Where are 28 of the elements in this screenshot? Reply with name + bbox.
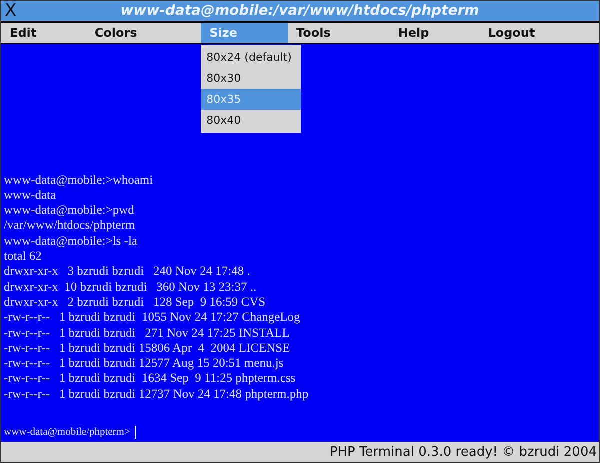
terminal-line: -rw-r--r-- 1 bzrudi bzrudi 12577 Aug 15 20:51 menu.js: [4, 356, 285, 372]
terminal-line: drwxr-xr-x 3 bzrudi bzrudi 240 Nov 24 17:48 .: [4, 264, 252, 280]
terminal-line: /var/www/htdocs/phpterm: [4, 218, 136, 234]
terminal-line: total 62: [4, 249, 43, 264]
terminal-line: drwxr-xr-x 2 bzrudi bzrudi 128 Sep 9 16:59 CVS: [4, 294, 267, 310]
menu-item[interactable]: Help: [389, 23, 480, 43]
window-title: www-data@mobile:/var/www/htdocs/phpterm: [120, 3, 480, 19]
terminal-line: www-data@mobile:>ls -la: [4, 234, 138, 250]
close-button[interactable]: X: [1, 1, 23, 21]
dropdown-item[interactable]: 80x24 (default): [200, 47, 301, 68]
terminal-line: -rw-r--r-- 1 bzrudi bzrudi 271 Nov 24 17:25 INSTALL: [4, 326, 291, 341]
command-prompt: www-data@mobile/phpterm>: [4, 426, 130, 438]
terminal-line: www-data@mobile:>pwd: [4, 203, 136, 218]
terminal-line: www-data@mobile:>whoami: [4, 172, 154, 188]
terminal-line: www-data: [4, 188, 58, 204]
menu-item[interactable]: Colors: [86, 23, 201, 43]
terminal-line: -rw-r--r-- 1 bzrudi bzrudi 15806 Apr 4 2004 LICENSE: [4, 340, 292, 356]
dropdown-item[interactable]: 80x40: [200, 110, 301, 131]
terminal-line: -rw-r--r-- 1 bzrudi bzrudi 12737 Nov 24 17:48 phpterm.php: [4, 386, 310, 402]
terminal-line: -rw-r--r-- 1 bzrudi bzrudi 1055 Nov 24 17:27 ChangeLog: [4, 310, 302, 326]
command-input[interactable]: [135, 426, 138, 438]
menu-item[interactable]: Logout: [479, 23, 599, 43]
menu-item[interactable]: Edit: [1, 23, 86, 43]
menu-item[interactable]: Tools: [288, 23, 390, 43]
terminal-line: drwxr-xr-x 10 bzrudi bzrudi 360 Nov 13 23:37 ..: [4, 280, 258, 295]
status-bar: PHP Terminal 0.3.0 ready! © bzrudi 2004: [1, 442, 599, 462]
terminal-line: -rw-r--r-- 1 bzrudi bzrudi 1634 Sep 9 11:25 phpterm.css: [4, 371, 297, 387]
dropdown-item[interactable]: 80x30: [200, 68, 301, 89]
